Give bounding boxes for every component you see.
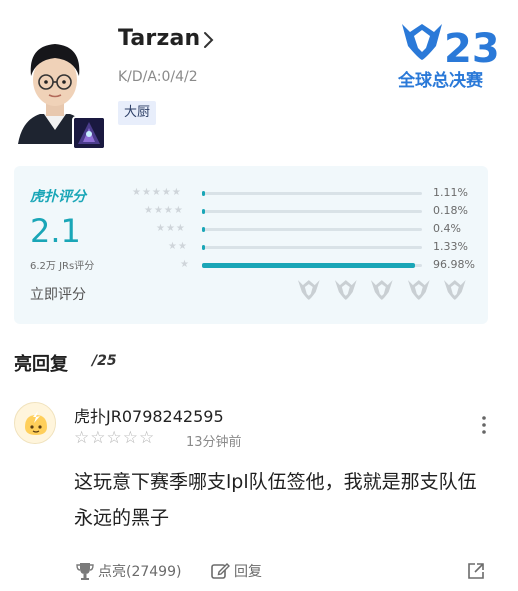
commenter-avatar[interactable] [14, 402, 56, 444]
rating-bar-track [202, 227, 422, 232]
star-icons: ★★★★★ [132, 187, 182, 198]
rate-emblem-icon[interactable] [406, 278, 432, 302]
player-tag: 大厨 [118, 101, 157, 125]
rating-score: 2.1 [30, 212, 81, 250]
rating-bar-fill [202, 227, 205, 232]
share-icon[interactable] [466, 561, 486, 581]
rating-percent: 1.11% [433, 186, 468, 199]
like-count: 点亮(27499) [98, 564, 182, 580]
comment-stars: ☆☆☆☆☆ [74, 428, 156, 448]
rating-row-1-stars: ★ 96.98% [134, 258, 475, 272]
worlds-2023-logo: 23 全球总决赛 [396, 20, 500, 92]
comment-actions: 点亮(27499) 回复 [74, 560, 504, 582]
logo-text: 全球总决赛 [397, 70, 484, 91]
rating-row-2-stars: ★★ 1.33% [134, 240, 474, 254]
rating-bar-fill [202, 263, 416, 268]
rating-count: 6.2万 JRs评分 [30, 261, 95, 272]
edit-icon [211, 563, 230, 579]
comments-section-count: /25 [92, 353, 117, 369]
star-icons: ★★ [168, 241, 188, 252]
rate-emblem-icon[interactable] [333, 278, 359, 302]
rating-bar-fill [202, 245, 205, 250]
comments-section-title: 亮回复 [14, 354, 68, 375]
rating-bar-track [202, 209, 422, 214]
logo-number: 23 [444, 26, 500, 72]
player-header: Tarzan K/D/A:0/4/2 大厨 23 全球总决赛 [0, 0, 518, 160]
rating-row-4-stars: ★★★★ 0.18% [134, 204, 474, 218]
chevron-right-icon[interactable] [202, 28, 216, 52]
commenter-username[interactable]: 虎扑JR0798242595 [74, 403, 224, 427]
rating-percent: 1.33% [433, 240, 468, 253]
rating-bar-track [202, 245, 422, 250]
comment-text: 这玩意下赛季哪支lpl队伍签他，我就是那支队伍永远的黑子 [74, 471, 477, 529]
rating-bar-track [202, 191, 422, 196]
kda-stats: K/D/A:0/4/2 [118, 69, 198, 85]
rate-emblem-icon[interactable] [442, 278, 468, 302]
rating-bar-fill [202, 209, 205, 214]
star-icons: ★★★ [156, 223, 186, 234]
rating-brand: 虎扑评分 [30, 189, 86, 205]
reply-label: 回复 [234, 564, 262, 580]
more-options-icon[interactable] [478, 414, 490, 436]
rating-emblems[interactable] [296, 278, 468, 306]
rating-card: 虎扑评分 2.1 6.2万 JRs评分 立即评分 ★★★★★ 1.11% ★★★★ 0… [14, 166, 488, 324]
rate-now-button[interactable]: 立即评分 [30, 284, 86, 304]
like-button[interactable]: 点亮(27499) [76, 560, 181, 582]
star-icons: ★ [180, 259, 190, 270]
rating-percent: 0.18% [433, 204, 468, 217]
rating-bar-fill [202, 191, 205, 196]
rate-emblem-icon[interactable] [369, 278, 395, 302]
trophy-icon [76, 563, 94, 580]
champion-icon [72, 116, 106, 150]
star-icons: ★★★★ [144, 205, 184, 216]
rate-emblem-icon[interactable] [296, 278, 322, 302]
rating-row-5-stars: ★★★★★ 1.11% [132, 186, 474, 200]
rating-percent: 0.4% [433, 222, 461, 235]
rating-bar-track [202, 263, 422, 268]
comment-time: 13分钟前 [186, 435, 242, 450]
rating-row-3-stars: ★★★ 0.4% [134, 222, 474, 236]
player-name[interactable]: Tarzan [118, 26, 200, 51]
reply-button[interactable]: 回复 [210, 560, 262, 582]
rating-percent: 96.98% [433, 258, 475, 271]
